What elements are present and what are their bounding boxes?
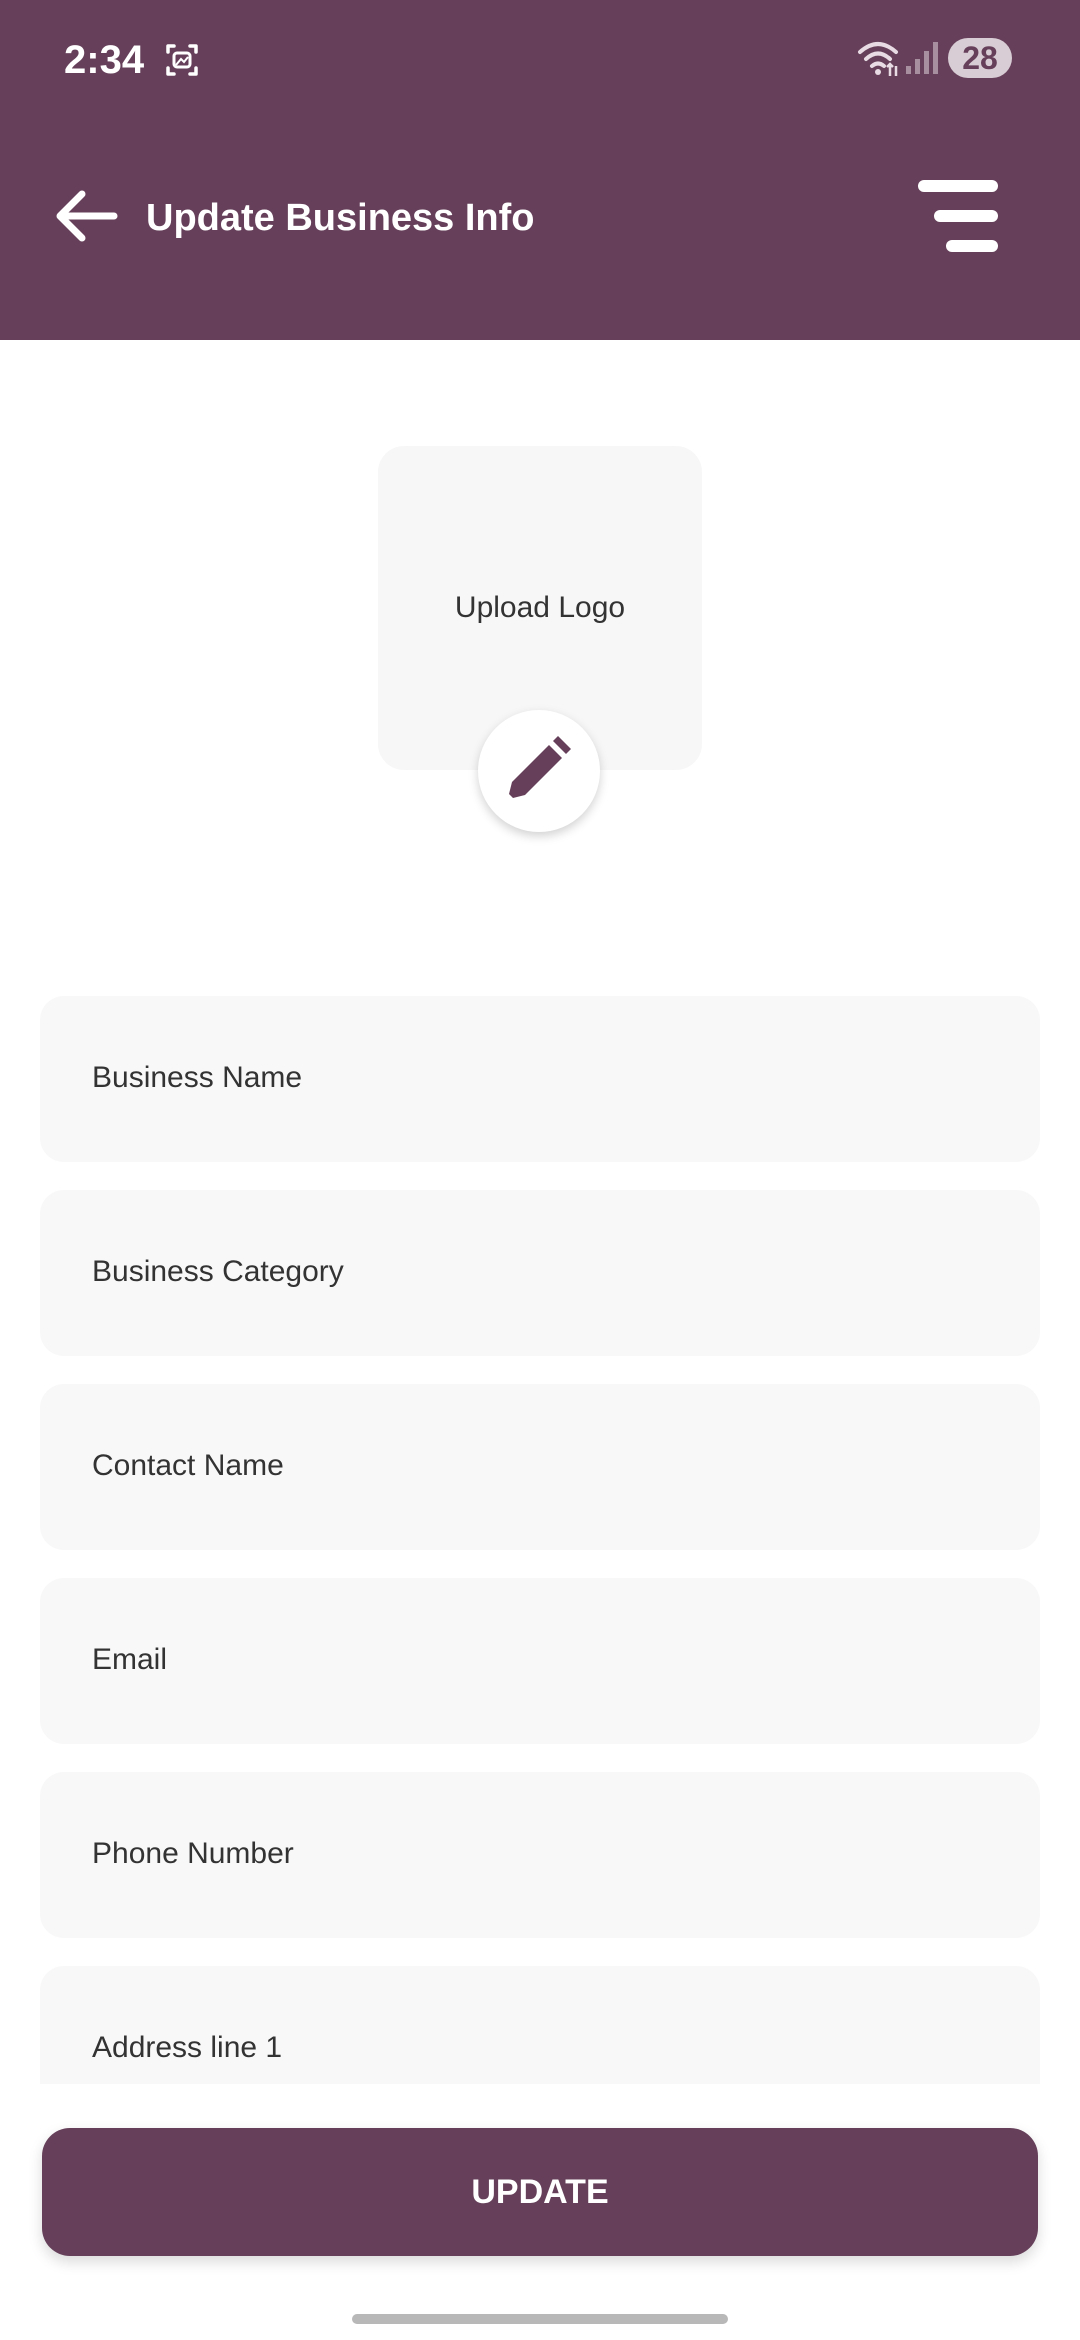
phone-number-field[interactable]: Phone Number	[40, 1772, 1040, 1938]
battery-badge: 28	[948, 38, 1012, 78]
update-button[interactable]: UPDATE	[42, 2128, 1038, 2256]
wifi-icon	[858, 42, 898, 76]
status-time: 2:34	[64, 38, 145, 82]
business-name-field[interactable]: Business Name	[40, 996, 1040, 1162]
app-header: 2:34 28 Update Business Info	[0, 0, 1080, 340]
contact-name-placeholder: Contact Name	[92, 1449, 284, 1482]
edit-logo-button[interactable]	[478, 710, 600, 832]
signal-icon	[906, 42, 938, 74]
pencil-icon	[509, 736, 571, 798]
email-placeholder: Email	[92, 1643, 168, 1676]
upload-logo-label: Upload Logo	[454, 591, 626, 624]
email-field[interactable]: Email	[40, 1578, 1040, 1744]
menu-icon[interactable]	[914, 176, 1002, 256]
back-arrow-icon[interactable]	[52, 188, 118, 244]
business-name-placeholder: Business Name	[92, 1061, 303, 1094]
business-category-field[interactable]: Business Category	[40, 1190, 1040, 1356]
home-indicator[interactable]	[352, 2314, 728, 2324]
page-title: Update Business Info	[146, 197, 535, 239]
address-line-1-placeholder: Address line 1	[92, 2031, 283, 2064]
screenshot-icon	[166, 44, 198, 76]
phone-number-placeholder: Phone Number	[92, 1837, 294, 1870]
business-category-placeholder: Business Category	[92, 1255, 344, 1288]
contact-name-field[interactable]: Contact Name	[40, 1384, 1040, 1550]
